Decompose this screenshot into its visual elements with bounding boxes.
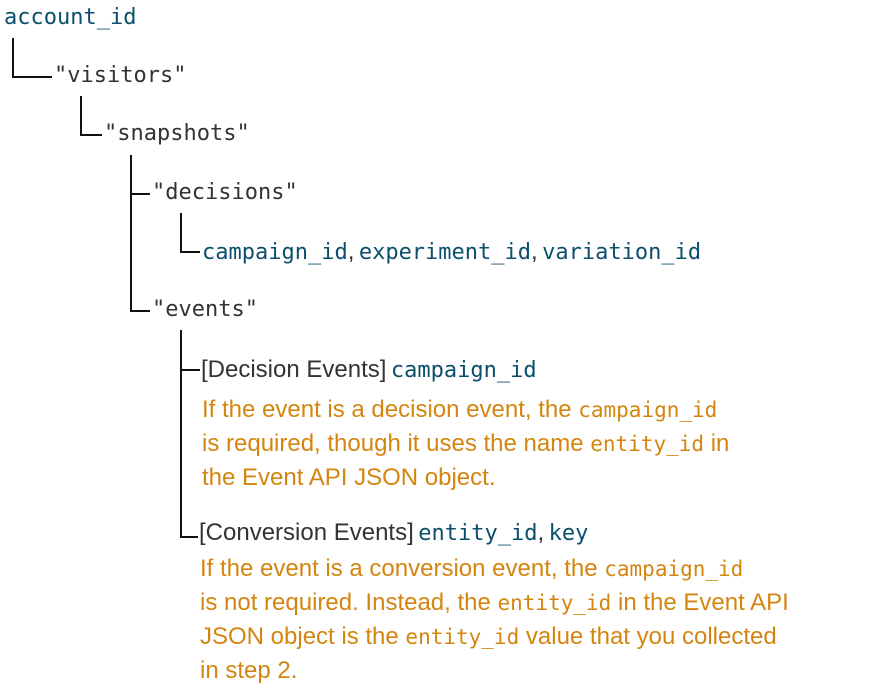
connector-decisions-vertical [180, 213, 182, 253]
node-snapshots: "snapshots" [104, 121, 250, 146]
node-account-id: account_id [4, 5, 137, 30]
decision-events-note: If the event is a decision event, the ca… [202, 393, 729, 495]
connector-decision-events-horizontal [180, 369, 200, 371]
connector-root-vertical [12, 38, 14, 78]
connector-visitors-vertical [80, 96, 82, 136]
node-visitors: "visitors" [54, 63, 187, 88]
note-line: JSON object is the entity_id value that … [200, 623, 777, 650]
connector-visitors-horizontal [80, 134, 102, 136]
connector-conversion-events-horizontal [180, 536, 198, 538]
connector-decision-fields-horizontal [180, 251, 200, 253]
field-campaign-id: campaign_id [202, 240, 348, 265]
decision-events-label: [Decision Events] [201, 356, 387, 383]
node-decision-events: [Decision Events] campaign_id [201, 355, 537, 388]
node-decision-fields: campaign_id, experiment_id, variation_id [202, 237, 701, 270]
connector-decisions-horizontal [130, 193, 150, 195]
connector-root-horizontal [12, 76, 52, 78]
connector-events-vertical [180, 330, 182, 538]
connector-events-horizontal [130, 310, 150, 312]
note-line: If the event is a conversion event, the … [200, 555, 744, 582]
conversion-events-field-entity-id: entity_id [418, 521, 538, 546]
conversion-events-field-key: key [548, 521, 589, 546]
separator: , [531, 238, 538, 265]
note-line: is required, though it uses the name ent… [202, 430, 730, 457]
decision-events-field: campaign_id [390, 358, 537, 383]
separator: , [347, 238, 355, 265]
note-line: the Event API JSON object. [202, 464, 496, 491]
note-line: in step 2. [200, 657, 298, 684]
conversion-events-label: [Conversion Events] [199, 519, 414, 546]
node-decisions: "decisions" [152, 180, 298, 205]
note-line: If the event is a decision event, the ca… [202, 396, 718, 423]
connector-snapshots-vertical [130, 155, 132, 312]
conversion-events-note: If the event is a conversion event, the … [200, 552, 789, 688]
field-variation-id: variation_id [542, 240, 702, 265]
separator: , [537, 519, 545, 546]
node-conversion-events: [Conversion Events] entity_id, key [199, 518, 588, 551]
note-line: is not required. Instead, the entity_id … [200, 589, 789, 616]
field-experiment-id: experiment_id [358, 240, 532, 265]
node-events: "events" [152, 297, 258, 322]
